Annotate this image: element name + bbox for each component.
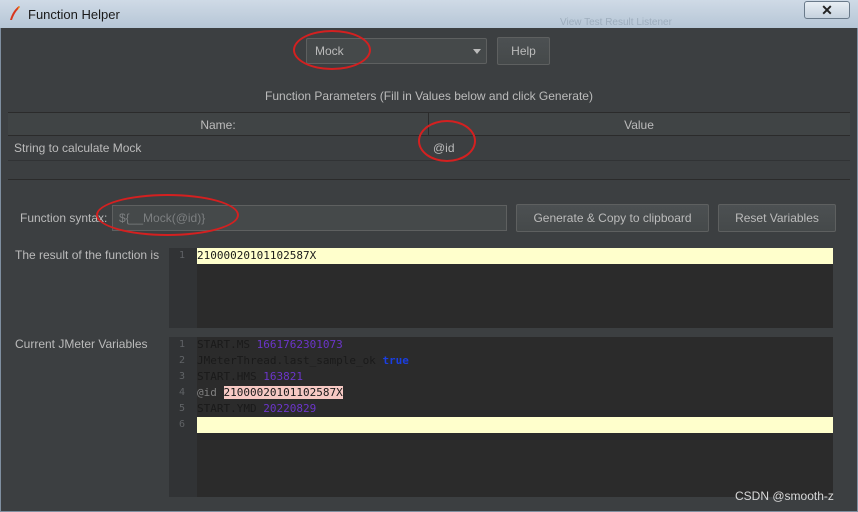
window-title: Function Helper — [28, 7, 120, 22]
variables-label: Current JMeter Variables — [15, 337, 148, 351]
line-number: 2 — [178, 355, 185, 366]
variable-value: 21000020101102587X — [223, 386, 343, 399]
result-text-area[interactable]: 1 21000020101102587X — [169, 248, 833, 328]
variable-key: @id — [197, 386, 217, 399]
line-number: 5 — [178, 403, 185, 414]
variable-line: @id 21000020101102587X — [197, 385, 343, 401]
variables-text-area[interactable]: 1 START.MS 1661762301073 2 JMeterThread.… — [169, 337, 833, 497]
result-line: 21000020101102587X — [197, 249, 317, 262]
variable-key: JMeterThread.last_sample_ok — [197, 354, 376, 367]
line-number: 4 — [178, 387, 185, 398]
variable-line: JMeterThread.last_sample_ok true — [197, 353, 409, 369]
line-number: 6 — [178, 419, 185, 430]
result-label: The result of the function is — [15, 248, 160, 262]
variable-value: true — [382, 354, 409, 367]
jmeter-feather-icon — [10, 6, 20, 20]
csdn-watermark: CSDN @smooth-z — [735, 489, 834, 503]
column-header-value: Value — [624, 118, 654, 132]
variable-value: 163821 — [263, 370, 303, 383]
line-number: 1 — [178, 250, 185, 261]
chevron-down-icon — [473, 49, 481, 54]
annotation-ring-parameter-value — [418, 120, 476, 162]
variable-line: START.MS 1661762301073 — [197, 337, 343, 353]
title-bar[interactable]: Function Helper View Test Result Listene… — [0, 0, 858, 28]
variable-key: START.YMD — [197, 402, 257, 415]
reset-variables-button[interactable]: Reset Variables — [718, 204, 836, 232]
parameter-name-cell: String to calculate Mock — [14, 141, 142, 155]
variable-key: START.MS — [197, 338, 250, 351]
background-window-ghost-text: View Test Result Listener — [560, 17, 672, 28]
annotation-ring-function-syntax — [96, 194, 239, 236]
variable-line: START.YMD 20220829 — [197, 401, 316, 417]
function-syntax-label: Function syntax: — [20, 211, 108, 225]
line-number: 3 — [178, 371, 185, 382]
annotation-ring-function-select — [293, 30, 371, 70]
generate-copy-button[interactable]: Generate & Copy to clipboard — [516, 204, 709, 232]
variable-value: 20220829 — [263, 402, 317, 415]
variable-key: START.HMS — [197, 370, 257, 383]
variable-line: START.HMS 163821 — [197, 369, 303, 385]
column-header-name: Name: — [200, 118, 236, 132]
variable-value: 1661762301073 — [256, 338, 343, 351]
divider — [8, 179, 850, 180]
help-button[interactable]: Help — [497, 37, 550, 65]
current-line-highlight — [197, 417, 833, 433]
line-number: 1 — [178, 339, 185, 350]
close-button[interactable]: ✕ — [804, 1, 850, 19]
parameters-heading: Function Parameters (Fill in Values belo… — [265, 89, 593, 103]
